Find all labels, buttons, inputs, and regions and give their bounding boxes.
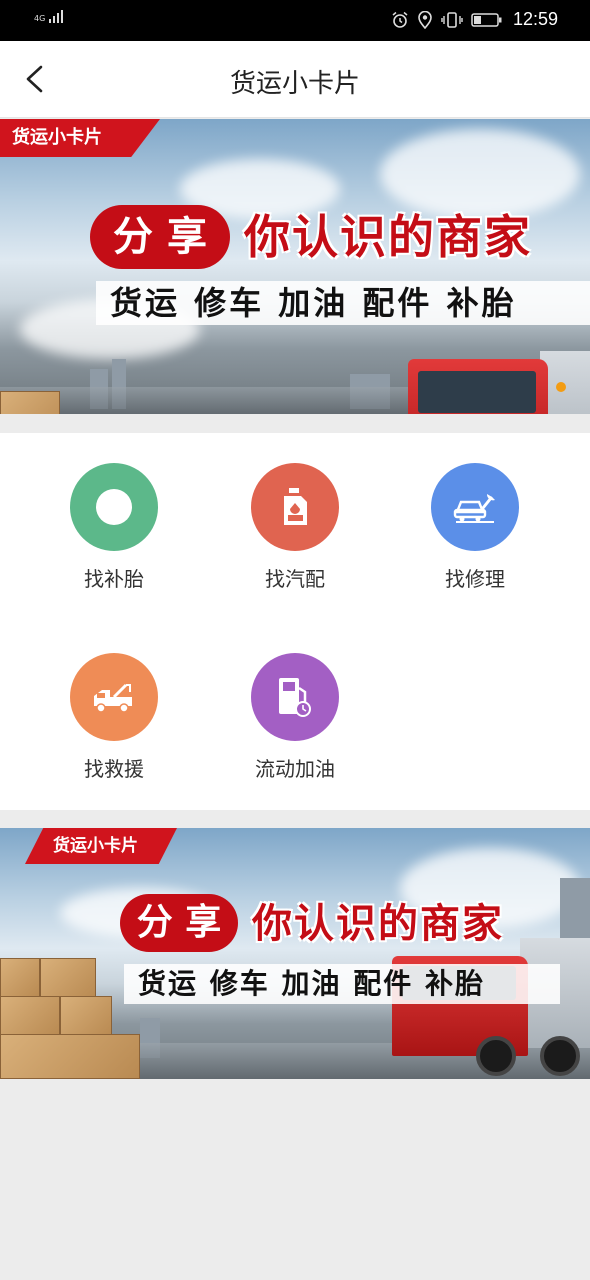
service-item-rescue[interactable]: 找救援	[24, 623, 204, 781]
car-wrench-icon	[453, 494, 495, 523]
service-grid: 找补胎 找汽配 找修理 找救援 流动加油	[0, 433, 590, 810]
promo-banner[interactable]: 货运小卡片 分 享 你认识的商家 货运 修车 加油 配件 补胎	[0, 828, 590, 1079]
icon-circle	[70, 653, 158, 741]
battery-icon	[471, 12, 502, 27]
alarm-icon	[392, 11, 408, 28]
page-title: 货运小卡片	[229, 69, 360, 99]
cargo-box	[0, 1034, 140, 1079]
carousel-indicator[interactable]	[556, 382, 566, 392]
truck-wheel	[476, 1036, 516, 1076]
cargo-box	[0, 958, 40, 998]
banner-headline: 你认识的商家	[252, 901, 504, 947]
status-bar: 4G 12:59	[0, 0, 590, 41]
service-label: 找救援	[84, 757, 144, 781]
icon-circle	[251, 463, 339, 551]
tow-truck-icon	[94, 683, 132, 713]
tire-icon	[96, 489, 132, 525]
service-item-mobile-fuel[interactable]: 流动加油	[205, 623, 385, 781]
cargo-box	[0, 391, 60, 414]
truck-wheel	[540, 1036, 580, 1076]
banner-tag: 货运小卡片	[25, 828, 177, 864]
cargo-box	[40, 958, 96, 998]
icon-circle	[251, 653, 339, 741]
service-label: 找汽配	[265, 567, 325, 591]
vibrate-icon	[441, 11, 463, 28]
oil-bottle-icon	[284, 488, 307, 525]
service-item-parts[interactable]: 找汽配	[205, 433, 385, 591]
service-item-repair[interactable]: 找修理	[385, 433, 565, 591]
title-bar: 货运小卡片	[0, 41, 590, 118]
signal-bar	[57, 13, 60, 23]
banner-services: 货运 修车 加油 配件 补胎	[96, 281, 590, 325]
cloud	[380, 129, 580, 219]
cargo-box	[0, 996, 60, 1036]
service-item-tire[interactable]: 找补胎	[24, 433, 204, 591]
promo-banner[interactable]: 货运小卡片 分 享 你认识的商家 货运 修车 加油 配件 补胎	[0, 119, 590, 414]
service-label: 找修理	[445, 567, 505, 591]
icon-circle	[431, 463, 519, 551]
signal-bar	[61, 10, 64, 23]
fuel-pump-icon	[279, 678, 311, 717]
share-badge: 分 享	[90, 205, 230, 269]
service-label: 流动加油	[255, 757, 335, 781]
banner-services: 货运 修车 加油 配件 补胎	[124, 964, 560, 1004]
network-type: 4G	[34, 14, 46, 23]
banner-tag: 货运小卡片	[0, 119, 160, 157]
location-icon	[418, 10, 432, 29]
cargo-box	[60, 996, 112, 1036]
signal-indicator: 4G	[34, 10, 64, 23]
truck-window	[418, 371, 536, 413]
icon-circle	[70, 463, 158, 551]
service-label: 找补胎	[84, 567, 144, 591]
share-badge: 分 享	[120, 894, 238, 952]
clock: 12:59	[512, 9, 558, 29]
signal-bar	[49, 19, 52, 23]
banner-headline: 你认识的商家	[244, 210, 532, 264]
signal-bar	[53, 16, 56, 23]
